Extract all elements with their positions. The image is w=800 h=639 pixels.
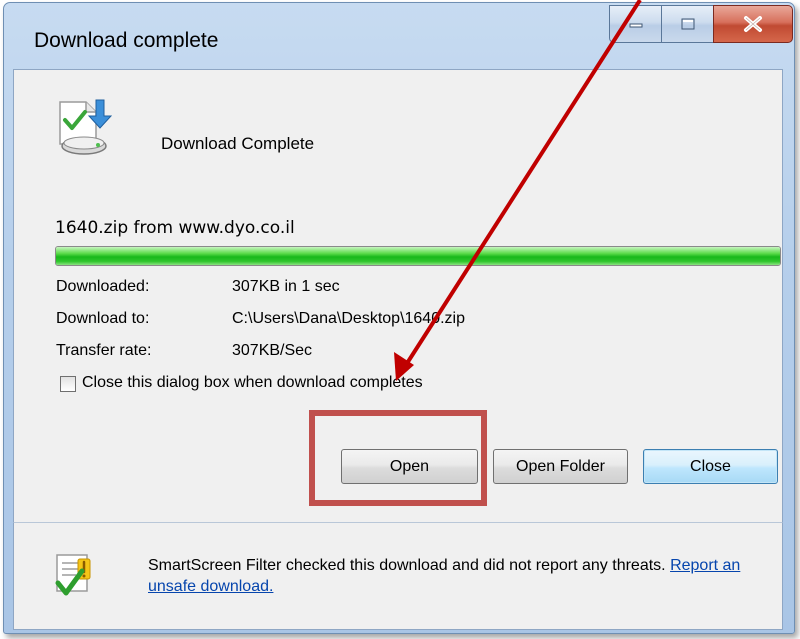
download-to-value: C:\Users\Dana\Desktop\1640.zip — [232, 310, 465, 327]
minimize-icon — [629, 23, 642, 28]
close-button[interactable]: Close — [643, 449, 778, 484]
maximize-button[interactable] — [661, 5, 713, 43]
download-complete-icon — [59, 99, 112, 155]
download-to-label: Download to: — [56, 310, 150, 327]
open-button-highlight — [309, 410, 487, 506]
minimize-button[interactable] — [609, 5, 661, 43]
downloaded-value: 307KB in 1 sec — [232, 278, 340, 295]
maximize-icon — [681, 18, 694, 30]
transfer-rate-label: Transfer rate: — [56, 342, 152, 359]
transfer-rate-value: 307KB/Sec — [232, 342, 313, 359]
download-complete-heading: Download Complete — [161, 134, 315, 153]
smartscreen-text: SmartScreen Filter checked this download… — [148, 557, 671, 574]
file-source-line: 1640.zip from www.dyo.co.il — [55, 218, 295, 238]
caption-buttons — [609, 5, 793, 43]
download-progress-bar — [55, 246, 781, 266]
smartscreen-footer: SmartScreen Filter checked this download… — [13, 522, 783, 630]
close-when-complete-checkbox[interactable] — [60, 376, 76, 392]
close-when-complete-label[interactable]: Close this dialog box when download comp… — [82, 374, 423, 392]
open-folder-button[interactable]: Open Folder — [493, 449, 628, 484]
smartscreen-shield-icon — [55, 554, 91, 596]
download-dialog-window: Download complete Download Complete 1640… — [3, 2, 795, 634]
smartscreen-message: SmartScreen Filter checked this download… — [148, 555, 758, 597]
close-x-icon — [744, 16, 762, 32]
close-window-button[interactable] — [713, 5, 793, 43]
downloaded-label: Downloaded: — [56, 278, 150, 295]
window-title: Download complete — [34, 29, 219, 52]
progress-fill — [56, 247, 780, 265]
